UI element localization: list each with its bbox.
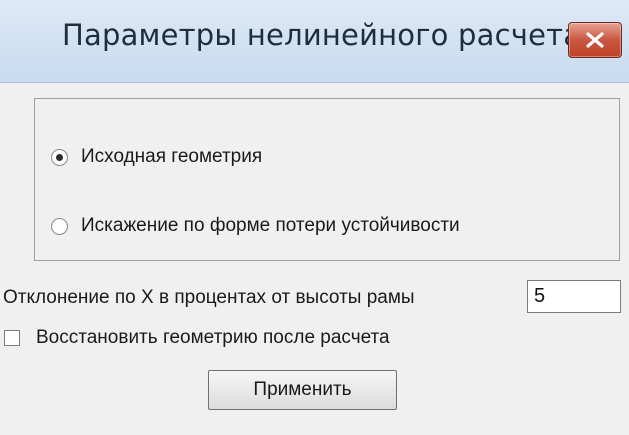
apply-button[interactable]: Применить <box>208 370 397 410</box>
dialog-title: Параметры нелинейного расчета <box>62 18 582 52</box>
radio-button-unchecked[interactable] <box>51 217 68 235</box>
radio-option-buckling-distortion[interactable]: Искажение по форме потери устойчивости <box>51 212 460 240</box>
dialog-body: Исходная геометрия Искажение по форме по… <box>0 83 629 435</box>
radio-button-checked[interactable] <box>51 148 68 166</box>
dialog-window: Параметры нелинейного расчета Исходная г… <box>0 0 629 435</box>
geometry-options-group: Исходная геометрия Искажение по форме по… <box>34 98 620 261</box>
restore-geometry-checkbox[interactable] <box>4 330 20 346</box>
title-bar[interactable]: Параметры нелинейного расчета <box>0 0 629 83</box>
close-button[interactable] <box>568 22 622 58</box>
radio-option-label: Исходная геометрия <box>81 146 263 167</box>
radio-option-label: Искажение по форме потери устойчивости <box>81 215 460 236</box>
close-icon <box>586 32 604 48</box>
restore-geometry-label: Восстановить геометрию после расчета <box>36 327 390 348</box>
deviation-label: Отклонение по X в процентах от высоты ра… <box>3 287 415 308</box>
restore-geometry-checkbox-row[interactable]: Восстановить геометрию после расчета <box>4 325 390 351</box>
deviation-input[interactable] <box>527 280 621 313</box>
radio-option-initial-geometry[interactable]: Исходная геометрия <box>51 143 262 171</box>
